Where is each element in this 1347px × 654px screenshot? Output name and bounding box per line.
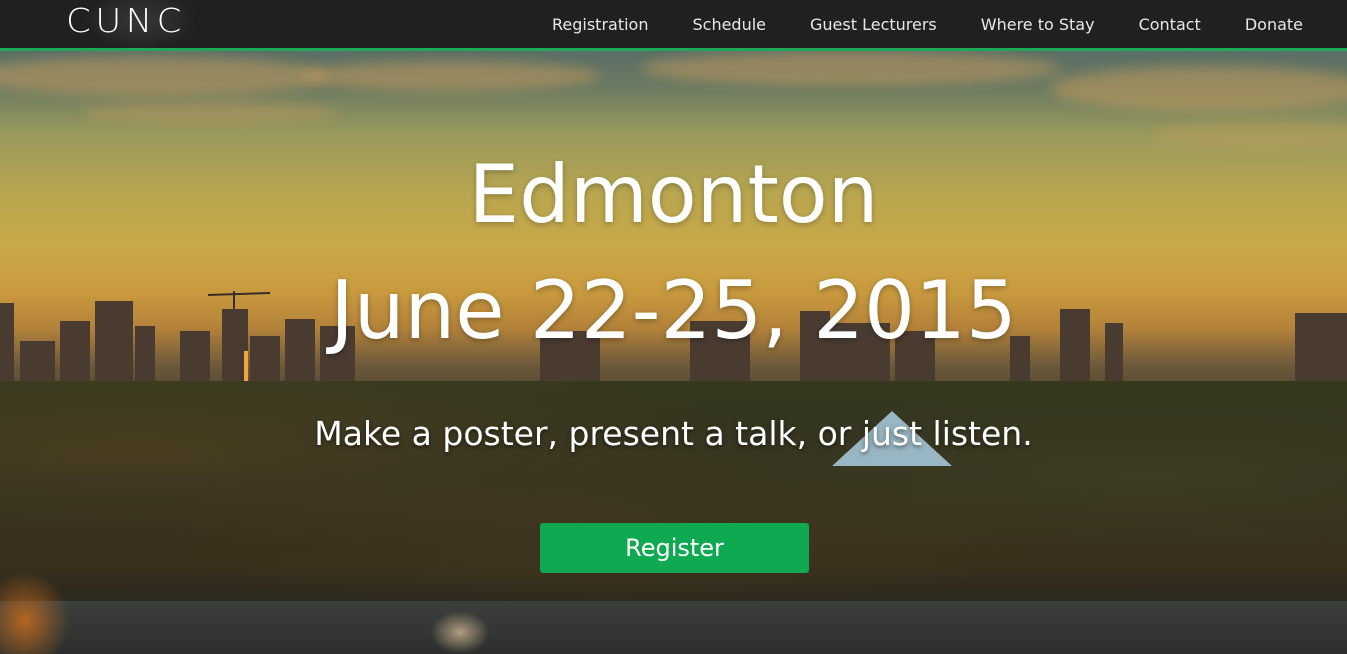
register-button[interactable]: Register <box>540 523 809 573</box>
tagline: Make a poster, present a talk, or just l… <box>314 414 1033 453</box>
hero-content: Edmonton June 22-25, 2015 Make a poster,… <box>0 51 1347 654</box>
main-nav: Registration Schedule Guest Lecturers Wh… <box>508 0 1303 48</box>
nav-item-where-to-stay[interactable]: Where to Stay <box>981 15 1095 34</box>
nav-item-donate[interactable]: Donate <box>1245 15 1303 34</box>
top-navbar: CUNC Registration Schedule Guest Lecture… <box>0 0 1347 51</box>
nav-item-registration[interactable]: Registration <box>552 15 648 34</box>
site-logo[interactable]: CUNC <box>66 0 206 50</box>
nav-item-guest-lecturers[interactable]: Guest Lecturers <box>810 15 937 34</box>
event-dates: June 22-25, 2015 <box>330 264 1017 357</box>
logo-text: CUNC <box>66 1 186 40</box>
nav-item-schedule[interactable]: Schedule <box>692 15 766 34</box>
nav-item-contact[interactable]: Contact <box>1139 15 1201 34</box>
hero-banner: Edmonton June 22-25, 2015 Make a poster,… <box>0 51 1347 654</box>
city-title: Edmonton <box>468 148 879 241</box>
